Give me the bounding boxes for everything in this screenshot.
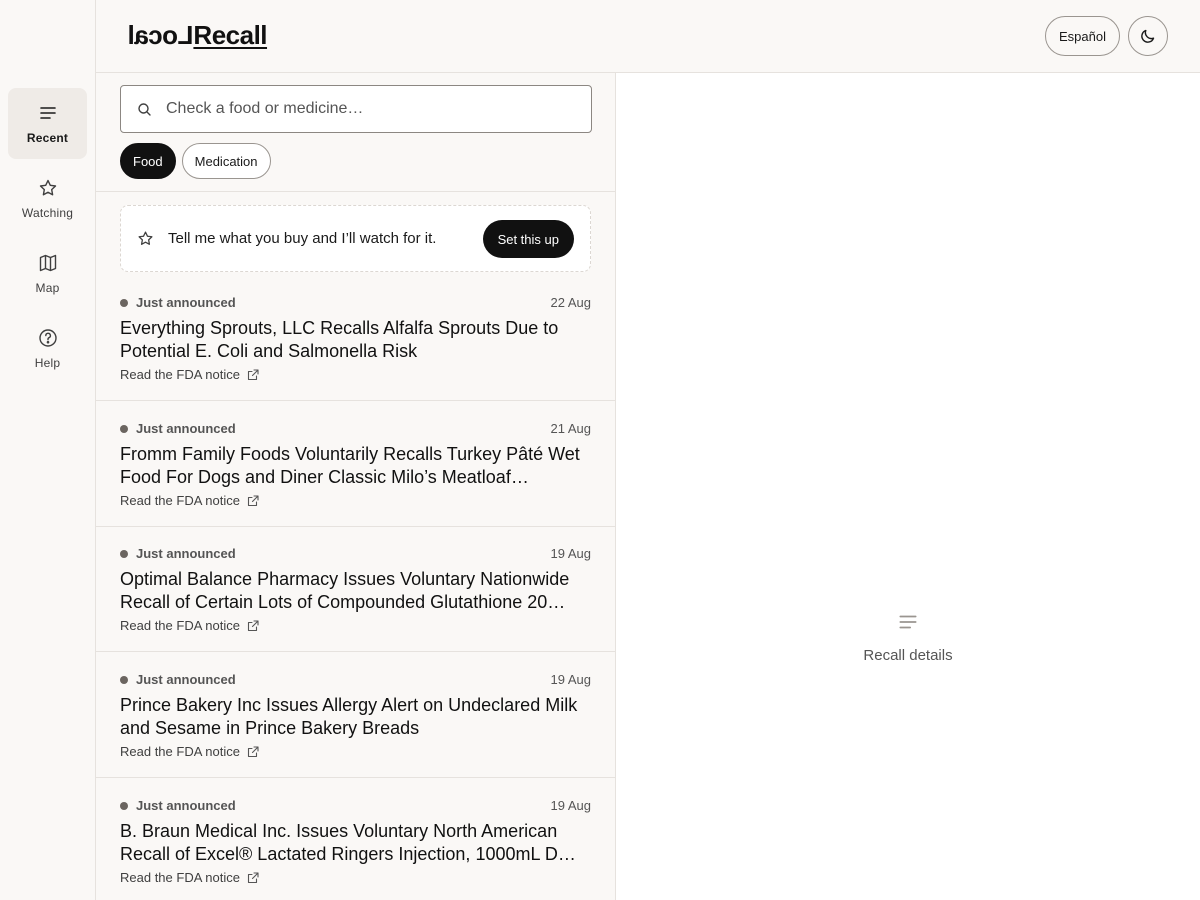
moon-icon <box>1141 29 1155 43</box>
recall-date: 19 Aug <box>550 672 592 687</box>
divider <box>96 191 616 192</box>
filter-chip-medication[interactable]: Medication <box>181 143 271 179</box>
sidebar-item-label: Map <box>35 280 60 295</box>
sidebar-item-watching[interactable]: Watching <box>8 163 87 234</box>
recall-date: 21 Aug <box>550 421 592 436</box>
sidebar-item-recent[interactable]: Recent <box>8 88 87 159</box>
recall-meta: Just announced 19 Aug <box>120 798 591 813</box>
recall-date: 22 Aug <box>550 295 592 310</box>
sidebar-item-label: Watching <box>21 205 74 220</box>
external-link-icon <box>247 871 259 883</box>
fda-notice-link[interactable]: Read the FDA notice <box>120 618 259 633</box>
status-dot <box>120 424 128 433</box>
status-dot <box>120 675 128 684</box>
detail-empty-label: Recall details <box>863 647 953 664</box>
set-this-up-button[interactable]: Set this up <box>482 220 574 258</box>
recall-item[interactable]: Just announced 21 Aug Fromm Family Foods… <box>96 401 616 527</box>
recall-meta: Just announced 19 Aug <box>120 546 591 561</box>
status-dot <box>120 549 128 558</box>
star-icon <box>39 179 56 195</box>
recall-title[interactable]: Prince Bakery Inc Issues Allergy Alert o… <box>120 694 591 740</box>
sidebar-nav: Recent Watching Map Help <box>8 88 87 388</box>
recall-item[interactable]: Just announced 22 Aug Everything Sprouts… <box>96 275 616 401</box>
watch-prompt-card: Tell me what you buy and I’ll watch for … <box>120 205 591 272</box>
star-icon <box>138 231 153 245</box>
recall-date: 19 Aug <box>550 546 592 561</box>
recall-detail-pane: Recall details <box>616 73 1200 900</box>
fda-notice-link-label: Read the FDA notice <box>120 367 240 382</box>
recall-list-pane: Food Medication Tell me what you buy and… <box>96 73 616 900</box>
recall-status: Just announced <box>136 295 236 310</box>
fda-notice-link[interactable]: Read the FDA notice <box>120 367 259 382</box>
sidebar-item-map[interactable]: Map <box>8 238 87 309</box>
external-link-icon <box>247 619 259 631</box>
fda-notice-link[interactable]: Read the FDA notice <box>120 870 259 885</box>
fda-notice-link[interactable]: Read the FDA notice <box>120 744 259 759</box>
detail-empty-state: Recall details <box>616 611 1200 664</box>
filter-chip-food[interactable]: Food <box>120 143 176 179</box>
theme-toggle-button[interactable] <box>1128 16 1168 56</box>
search-icon <box>138 102 151 116</box>
fda-notice-link-label: Read the FDA notice <box>120 744 240 759</box>
recall-title[interactable]: Fromm Family Foods Voluntarily Recalls T… <box>120 443 591 489</box>
recall-item[interactable]: Just announced 19 Aug Optimal Balance Ph… <box>96 526 616 652</box>
sidebar-item-help[interactable]: Help <box>8 313 87 384</box>
external-link-icon <box>247 494 259 506</box>
recall-status: Just announced <box>136 546 236 561</box>
filter-chips: Food Medication <box>120 143 271 179</box>
sidebar: Recent Watching Map Help <box>0 0 96 900</box>
recall-title[interactable]: Everything Sprouts, LLC Recalls Alfalfa … <box>120 317 591 363</box>
fda-notice-link-label: Read the FDA notice <box>120 618 240 633</box>
status-dot <box>120 801 128 810</box>
sidebar-item-label: Help <box>34 355 61 370</box>
recall-title[interactable]: B. Braun Medical Inc. Issues Voluntary N… <box>120 820 591 866</box>
fda-notice-link-label: Read the FDA notice <box>120 870 240 885</box>
logo-mirrored-text: Local <box>128 20 194 50</box>
recall-date: 19 Aug <box>550 798 592 813</box>
lines-icon <box>39 106 56 119</box>
recall-item[interactable]: Just announced 19 Aug Prince Bakery Inc … <box>96 652 616 778</box>
sidebar-item-label: Recent <box>26 130 69 145</box>
language-button[interactable]: Español <box>1045 16 1120 56</box>
status-dot <box>120 298 128 307</box>
external-link-icon <box>247 368 259 380</box>
watch-prompt-text: Tell me what you buy and I’ll watch for … <box>168 230 437 247</box>
recall-item[interactable]: Just announced 19 Aug B. Braun Medical I… <box>96 778 616 900</box>
recall-meta: Just announced 22 Aug <box>120 295 591 310</box>
recall-meta: Just announced 19 Aug <box>120 672 591 687</box>
fda-notice-link-label: Read the FDA notice <box>120 493 240 508</box>
app-logo[interactable]: Local Recall <box>128 20 268 51</box>
recall-meta: Just announced 21 Aug <box>120 421 591 436</box>
recall-title[interactable]: Optimal Balance Pharmacy Issues Voluntar… <box>120 568 591 614</box>
recall-status: Just announced <box>136 798 236 813</box>
search-input[interactable] <box>166 100 566 118</box>
recall-status: Just announced <box>136 421 236 436</box>
help-circle-icon <box>38 328 57 347</box>
fda-notice-link[interactable]: Read the FDA notice <box>120 493 259 508</box>
app-header: Local Recall Español <box>96 0 1200 73</box>
logo-text: Recall <box>193 20 268 50</box>
map-icon <box>39 254 56 271</box>
search-box[interactable] <box>120 85 592 133</box>
lines-icon <box>899 615 917 629</box>
recall-status: Just announced <box>136 672 236 687</box>
external-link-icon <box>247 745 259 757</box>
